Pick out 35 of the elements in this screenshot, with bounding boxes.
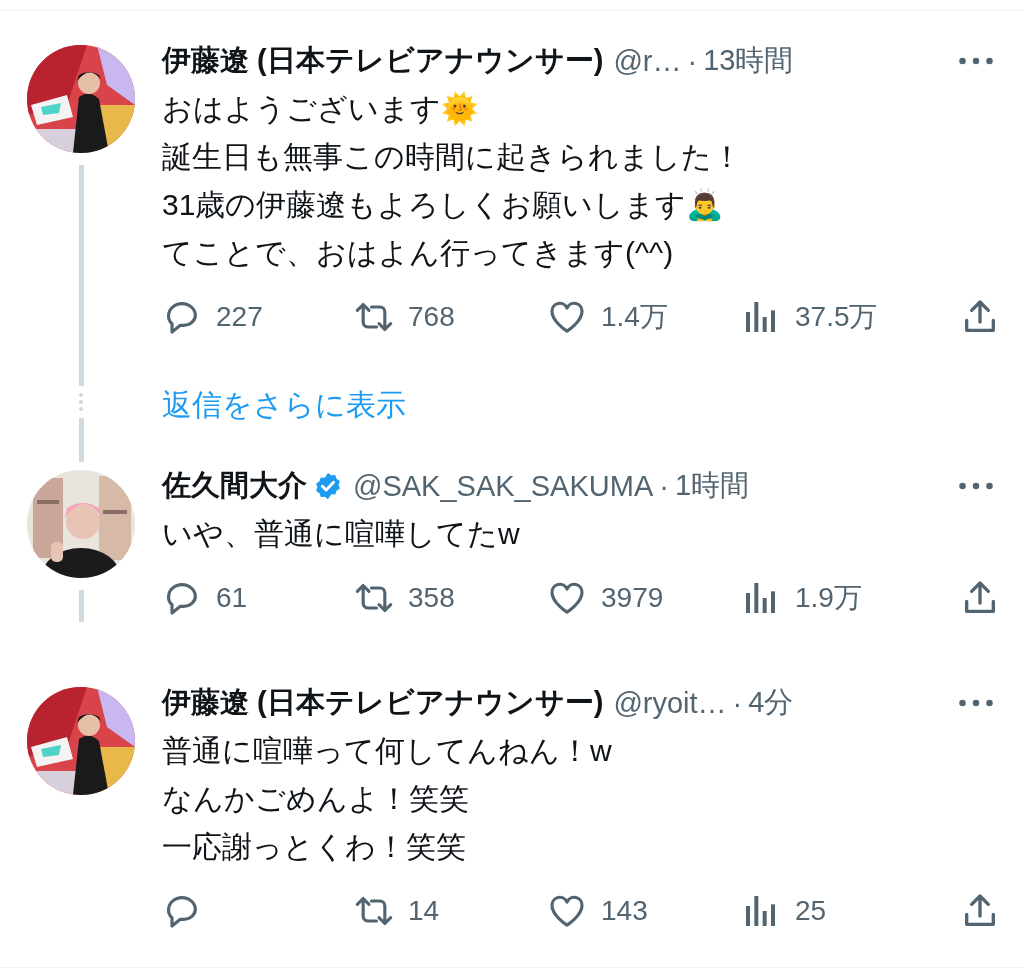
reply-count: 227 bbox=[216, 301, 263, 333]
post-text: 一応謝っとくわ！笑笑 bbox=[162, 828, 466, 865]
more-icon[interactable] bbox=[958, 481, 994, 491]
more-icon[interactable] bbox=[958, 56, 994, 66]
post-time: 13時間 bbox=[703, 43, 794, 78]
repost-count: 768 bbox=[408, 301, 455, 333]
post-text: 普通に喧嘩って何してんねん！w bbox=[162, 732, 612, 769]
like-count: 1.4万 bbox=[601, 300, 668, 334]
thread-gap-dots-icon bbox=[78, 392, 84, 412]
repost-count: 14 bbox=[408, 895, 440, 927]
post-text: おはようございます🌞 bbox=[162, 90, 479, 128]
more-icon[interactable] bbox=[958, 698, 994, 708]
post-time: 4分 bbox=[748, 685, 794, 720]
post-text: いや、普通に喧嘩してたw bbox=[162, 515, 520, 552]
separator-dot: · bbox=[687, 44, 698, 78]
user-handle: @ryoit… bbox=[613, 686, 727, 720]
post-text: 31歳の伊藤遼もよろしくお願いします🙇‍♂ bbox=[162, 186, 724, 224]
user-handle: @SAK_SAK_SAKUMA bbox=[353, 469, 654, 503]
post-text: 誕生日も無事この時間に起きられました！ bbox=[162, 138, 742, 175]
reply-count: 61 bbox=[216, 582, 248, 614]
view-count: 37.5万 bbox=[795, 300, 878, 334]
user-handle: @r… bbox=[613, 44, 682, 78]
separator-dot: · bbox=[659, 469, 669, 503]
view-count: 25 bbox=[795, 895, 827, 927]
like-count: 3979 bbox=[601, 582, 664, 614]
post-time: 1時間 bbox=[674, 468, 750, 503]
author-name[interactable]: 伊藤遼 (日本テレビアナウンサー) bbox=[162, 41, 604, 81]
separator-dot: · bbox=[732, 686, 743, 720]
repost-count: 358 bbox=[408, 582, 455, 614]
author-name[interactable]: 佐久間大介 bbox=[162, 466, 307, 506]
post-text: なんかごめんよ！笑笑 bbox=[162, 780, 469, 817]
author-name[interactable]: 伊藤遼 (日本テレビアナウンサー) bbox=[162, 683, 604, 723]
view-count: 1.9万 bbox=[795, 581, 862, 615]
like-count: 143 bbox=[601, 895, 648, 927]
post-text: てことで、おはよん行ってきます(^^) bbox=[162, 234, 674, 271]
